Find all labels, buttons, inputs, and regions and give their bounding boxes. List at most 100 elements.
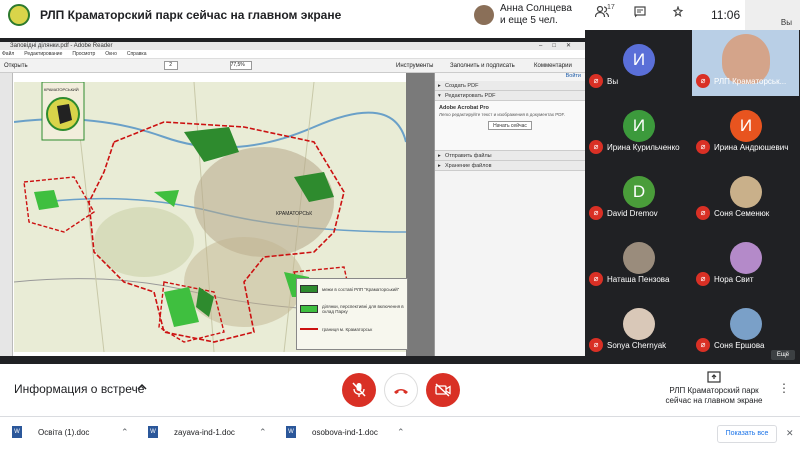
participant-name: Sonya Chernyak xyxy=(607,341,667,350)
presenter-chip[interactable]: Анна Солнцева и еще 5 чел. xyxy=(474,3,572,27)
acrobat-window-title: Заповідні ділянки.pdf - Adobe Reader xyxy=(10,43,113,49)
sign-in-link: Войти xyxy=(565,73,581,79)
meeting-info-button[interactable]: Информация о встрече xyxy=(14,382,144,396)
acrobat-pro-promo: Adobe Acrobat Pro Легко редактируйте тек… xyxy=(435,101,585,151)
download-filename: zayava-ind-1.doc xyxy=(174,427,235,437)
avatar xyxy=(730,242,762,274)
mic-off-icon: ⌀ xyxy=(696,206,710,220)
panel-edit-pdf: Редактировать PDF xyxy=(435,91,585,101)
self-view-thumbnail[interactable]: Вы xyxy=(745,0,800,30)
menu-help: Справка xyxy=(126,51,147,57)
download-item[interactable]: W zayava-ind-1.doc xyxy=(148,426,235,438)
chevron-up-icon[interactable]: ⌃ xyxy=(259,427,267,438)
comments-button: Комментарии xyxy=(534,62,572,69)
presenter-others: и еще 5 чел. xyxy=(500,15,558,26)
mic-toggle-button[interactable] xyxy=(342,373,376,407)
acrobat-menu-bar: Файл Редактирование Просмотр Окно Справк… xyxy=(0,50,585,59)
legend-text: ділянки, перспективні для включення в ск… xyxy=(322,304,404,314)
map-city-label: КРАМАТОРСЬК xyxy=(276,211,312,217)
participant-name: Соня Семенюк xyxy=(714,209,770,218)
menu-view: Просмотр xyxy=(72,51,96,57)
participant-tile[interactable]: И ⌀ Ирина Курильченко xyxy=(585,96,692,162)
people-icon[interactable]: 17 xyxy=(583,4,621,21)
legend-text: границя м. Краматорськ xyxy=(322,326,373,332)
participant-name: David Dremov xyxy=(607,209,658,218)
download-filename: osobova-ind-1.doc xyxy=(312,427,378,437)
product-name: Adobe Acrobat Pro xyxy=(439,105,489,111)
hang-up-button[interactable] xyxy=(384,373,418,407)
participant-tile[interactable]: ⌀ Нора Свит xyxy=(692,228,799,294)
participant-name: РЛП Краматорськ... xyxy=(714,77,787,86)
window-controls: –□✕ xyxy=(539,43,581,49)
avatar xyxy=(730,176,762,208)
participant-name: Ирина Андрюшевич xyxy=(714,143,789,152)
participant-name: Соня Ершова xyxy=(714,341,765,350)
menu-window: Окно xyxy=(105,51,117,57)
download-filename: Освіта (1).doc xyxy=(38,427,90,437)
camera-toggle-button[interactable] xyxy=(426,373,460,407)
presenter-avatar xyxy=(474,5,494,25)
participant-name: Ирина Курильченко xyxy=(607,143,680,152)
download-item[interactable]: W osobova-ind-1.doc xyxy=(286,426,378,438)
participant-name: Нора Свит xyxy=(714,275,754,284)
shared-screen: Заповідні ділянки.pdf - Adobe Reader –□✕… xyxy=(0,38,585,364)
legend-swatch xyxy=(300,305,318,313)
top-bar: РЛП Краматорский парк сейчас на главном … xyxy=(0,0,800,30)
map-legend: межи в составі РЛП "Краматорський" ділян… xyxy=(296,278,408,350)
chat-icon[interactable] xyxy=(621,6,659,21)
chevron-up-icon[interactable]: ⌃ xyxy=(121,427,129,438)
presenter-text: Анна Солнцева и еще 5 чел. xyxy=(500,3,572,27)
meeting-controls: Информация о встрече РЛП Краматорский па… xyxy=(0,364,800,416)
fill-sign-button: Заполнить и подписать xyxy=(450,62,515,69)
mic-off-icon: ⌀ xyxy=(589,206,603,220)
zoom-field: 77,5% xyxy=(229,61,252,70)
legend-item: границя м. Краматорськ xyxy=(297,319,407,339)
product-desc: Легко редактируйте текст и изображения в… xyxy=(439,112,565,117)
participant-grid: И ⌀ Вы ⌀ РЛП Краматорськ... И ⌀ Ирина Ку… xyxy=(585,30,800,364)
avatar: И xyxy=(623,110,655,142)
participant-tile[interactable]: ⌀ Наташа Пензова xyxy=(585,228,692,294)
chevron-up-icon[interactable] xyxy=(137,381,147,395)
self-label: Вы xyxy=(780,18,792,27)
more-participants-tag[interactable]: Ещё xyxy=(771,350,795,360)
menu-edit: Редактирование xyxy=(24,51,63,57)
chevron-up-icon[interactable]: ⌃ xyxy=(397,427,405,438)
mic-off-icon: ⌀ xyxy=(696,338,710,352)
page-number-field: 2 xyxy=(163,61,178,70)
acrobat-tools-pane: Войти Создать PDF Редактировать PDF Adob… xyxy=(434,73,585,356)
activities-icon[interactable] xyxy=(659,5,697,21)
mic-off-icon: ⌀ xyxy=(696,74,710,88)
map-logo-text: КРАМАТОРСЬКИЙ xyxy=(44,87,79,92)
mic-off-icon xyxy=(352,382,366,397)
show-all-downloads-button[interactable]: Показать все xyxy=(717,425,777,443)
panel-store-files: Хранение файлов xyxy=(435,161,585,171)
start-now-button: Начать сейчас xyxy=(488,121,532,130)
adobe-reader-window: Заповідні ділянки.pdf - Adobe Reader –□✕… xyxy=(0,42,585,356)
participant-tile[interactable]: И ⌀ Ирина Андрюшевич xyxy=(692,96,799,162)
legend-item: ділянки, перспективні для включення в ск… xyxy=(297,299,407,319)
acrobat-toolbar: Открыть 2 77,5% Инструменты Заполнить и … xyxy=(0,59,585,73)
participant-tile[interactable]: ⌀ Sonya Chernyak xyxy=(585,294,692,360)
open-button: Открыть xyxy=(4,62,28,69)
participant-tile[interactable]: ⌀ РЛП Краматорськ... xyxy=(692,30,799,96)
avatar: И xyxy=(730,110,762,142)
top-icons: 17 xyxy=(583,4,697,21)
camera-off-icon xyxy=(435,383,451,397)
word-doc-icon: W xyxy=(286,426,296,438)
word-doc-icon: W xyxy=(12,426,22,438)
word-doc-icon: W xyxy=(148,426,158,438)
participant-tile[interactable]: ⌀ Соня Семенюк xyxy=(692,162,799,228)
legend-item: межи в составі РЛП "Краматорський" xyxy=(297,279,407,299)
avatar xyxy=(623,242,655,274)
more-vert-icon[interactable]: ⋮ xyxy=(778,381,790,395)
participant-tile[interactable]: И ⌀ Вы xyxy=(585,30,692,96)
participant-name: Вы xyxy=(607,77,619,86)
avatar: D xyxy=(623,176,655,208)
presenting-status[interactable]: РЛП Краматорский парк сейчас на главном … xyxy=(658,386,770,406)
present-icon[interactable] xyxy=(707,371,721,386)
participant-tile[interactable]: D ⌀ David Dremov xyxy=(585,162,692,228)
close-icon[interactable]: ✕ xyxy=(786,428,794,439)
participant-name: Наташа Пензова xyxy=(607,275,670,284)
clock: 11:06 xyxy=(711,8,741,22)
download-item[interactable]: W Освіта (1).doc xyxy=(12,426,89,438)
